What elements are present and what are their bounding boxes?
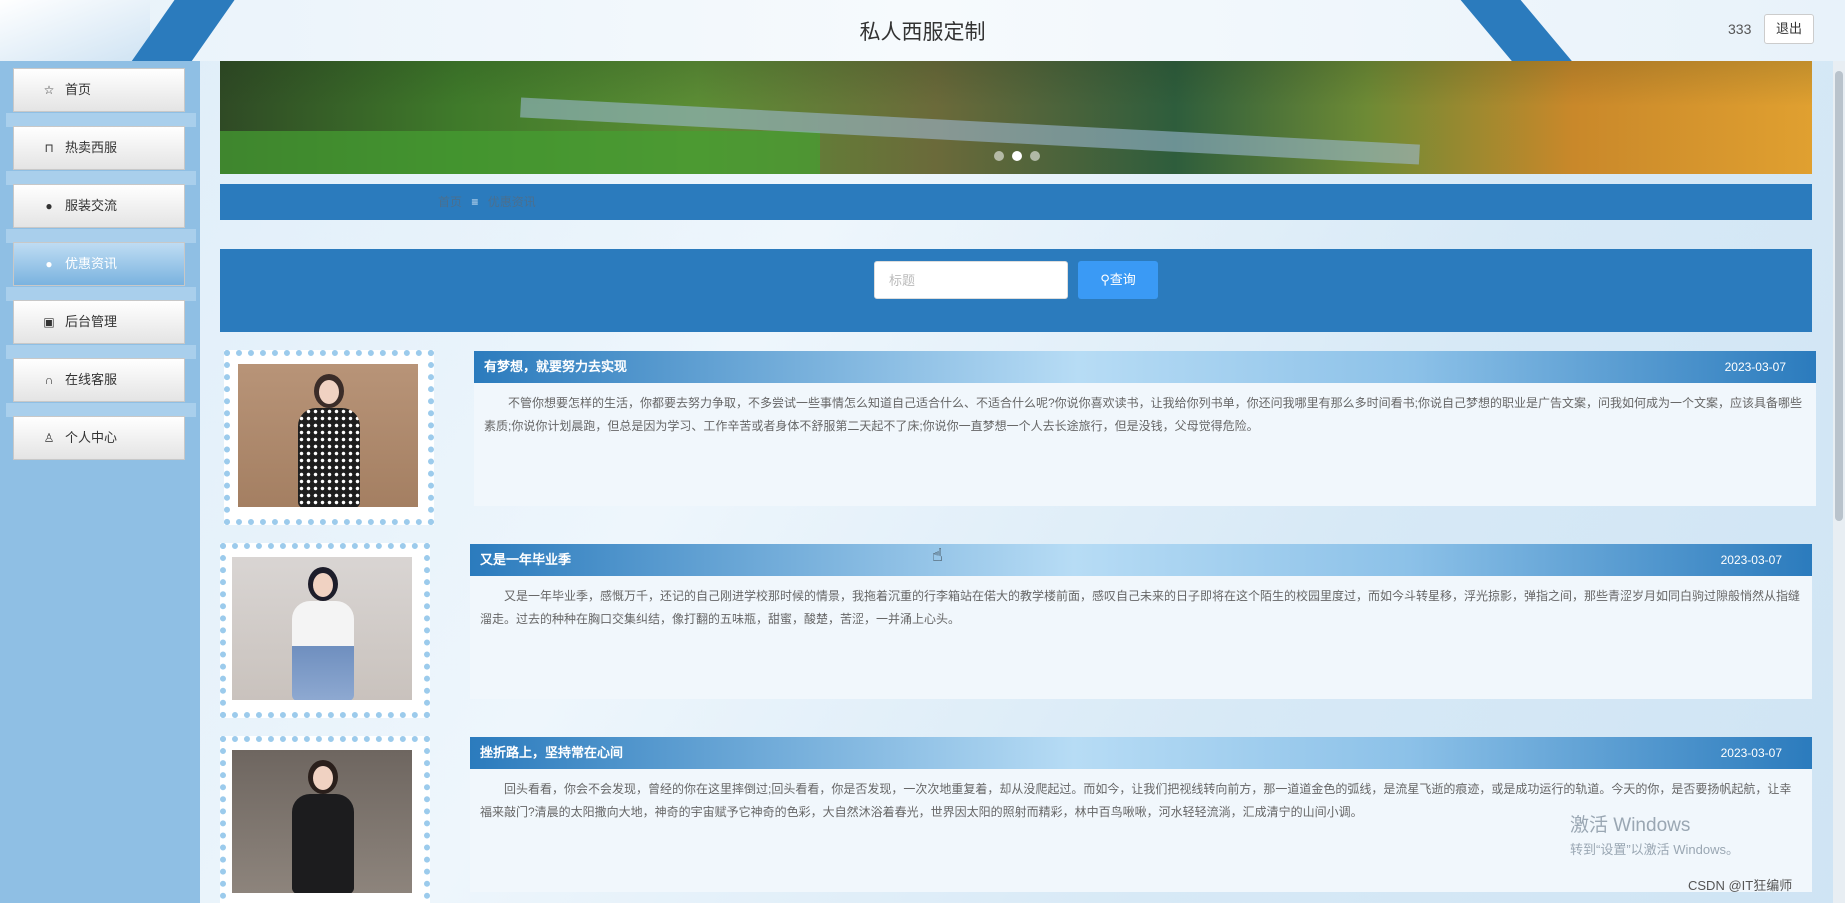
sidebar-item-label: 服装交流 (65, 198, 118, 213)
sidebar-item-label: 热卖西服 (65, 140, 118, 155)
carousel-dot-active[interactable] (1012, 151, 1022, 161)
news-thumbnail (238, 364, 418, 507)
carousel-indicators (990, 148, 1044, 166)
sidebar-item-label: 首页 (65, 82, 92, 97)
sidebar-connector (6, 287, 196, 301)
sidebar-item-admin[interactable]: ▣ 后台管理 (13, 300, 185, 344)
search-bar: ⚲查询 (220, 249, 1812, 332)
news-date: 2023-03-07 (1724, 360, 1786, 374)
user-icon: ♙ (43, 431, 55, 445)
sidebar-item-support[interactable]: ∩ 在线客服 (13, 358, 185, 402)
scrollbar-thumb[interactable] (1835, 71, 1843, 521)
sidebar-connector (6, 403, 196, 417)
info-icon: ● (45, 199, 53, 213)
news-content: 又是一年毕业季，感慨万千，还记的自己刚进学校那时候的情景，我拖着沉重的行李箱站在… (480, 589, 1801, 626)
site-title: 私人西服定制 (859, 20, 986, 44)
sidebar-connector (6, 229, 196, 243)
menu-icon: ≡ (471, 195, 479, 209)
breadcrumb-home[interactable]: 首页 (438, 195, 462, 209)
breadcrumb-current: 优惠资讯 (487, 195, 536, 209)
news-title[interactable]: 又是一年毕业季 (480, 552, 571, 567)
banner-carousel[interactable] (220, 61, 1812, 174)
news-thumbnail (232, 750, 412, 893)
dot-icon: ● (45, 257, 53, 271)
sidebar-item-profile[interactable]: ♙ 个人中心 (13, 416, 185, 460)
news-thumbnail (232, 557, 412, 700)
news-date: 2023-03-07 (1720, 553, 1782, 567)
news-thumbnail-frame[interactable] (224, 350, 434, 525)
news-card[interactable]: 有梦想，就要努力去实现 2023-03-07 不管你想要怎样的生活，你都要去努力… (474, 351, 1816, 506)
sidebar: ☆ 首页 ⊓ 热卖西服 ● 服装交流 ● 优惠资讯 ▣ 后台管理 ∩ 在线客服 … (0, 61, 200, 903)
watermark-line-2: 转到“设置”以激活 Windows。 (1570, 842, 1740, 857)
sidebar-item-label: 后台管理 (65, 314, 118, 329)
banner-image-grass (220, 131, 820, 174)
news-title[interactable]: 有梦想，就要努力去实现 (484, 359, 627, 374)
sidebar-item-home[interactable]: ☆ 首页 (13, 68, 185, 112)
breadcrumb: 首页 ≡ 优惠资讯 (220, 184, 1812, 220)
sidebar-item-promotions[interactable]: ● 优惠资讯 (13, 242, 185, 286)
sidebar-item-label: 个人中心 (65, 430, 118, 445)
top-header: 私人西服定制 333 退出 (0, 0, 1845, 61)
news-thumbnail-frame[interactable] (220, 543, 430, 718)
csdn-watermark: CSDN @IT狂编师 (1688, 878, 1793, 893)
windows-activation-watermark: 激活 Windows 转到“设置”以激活 Windows。 (1570, 810, 1739, 858)
title-search-input[interactable] (874, 261, 1068, 299)
briefcase-icon: ▣ (43, 315, 55, 329)
search-icon: ⚲ (1100, 272, 1110, 287)
sidebar-item-forum[interactable]: ● 服装交流 (13, 184, 185, 228)
sidebar-connector (6, 113, 196, 127)
star-icon: ☆ (43, 83, 55, 97)
hand-cursor-icon: ☝ (932, 545, 943, 565)
sidebar-item-hot-suits[interactable]: ⊓ 热卖西服 (13, 126, 185, 170)
news-title-bar: 又是一年毕业季 2023-03-07 (470, 544, 1812, 576)
carousel-dot[interactable] (1030, 151, 1040, 161)
sidebar-item-label: 在线客服 (65, 372, 118, 387)
bag-icon: ⊓ (44, 141, 54, 155)
headset-icon: ∩ (44, 373, 54, 387)
search-button[interactable]: ⚲查询 (1078, 261, 1158, 299)
carousel-dot[interactable] (994, 151, 1004, 161)
news-card[interactable]: 又是一年毕业季 2023-03-07 又是一年毕业季，感慨万千，还记的自己刚进学… (470, 544, 1812, 699)
search-button-label: 查询 (1109, 272, 1136, 287)
news-thumbnail-frame[interactable] (220, 736, 430, 903)
sidebar-connector (6, 171, 196, 185)
news-title-bar: 有梦想，就要努力去实现 2023-03-07 (474, 351, 1816, 383)
username: 333 (1728, 21, 1752, 37)
news-date: 2023-03-07 (1720, 746, 1782, 760)
logout-button[interactable]: 退出 (1764, 14, 1814, 44)
news-title-bar: 挫折路上，坚持常在心间 2023-03-07 (470, 737, 1812, 769)
sidebar-connector (6, 345, 196, 359)
news-content: 不管你想要怎样的生活，你都要去努力争取，不多尝试一些事情怎么知道自己适合什么、不… (484, 396, 1803, 433)
watermark-line-1: 激活 Windows (1570, 815, 1691, 836)
sidebar-item-label: 优惠资讯 (65, 256, 118, 271)
news-title[interactable]: 挫折路上，坚持常在心间 (480, 745, 623, 760)
page-scrollbar[interactable] (1833, 61, 1845, 903)
